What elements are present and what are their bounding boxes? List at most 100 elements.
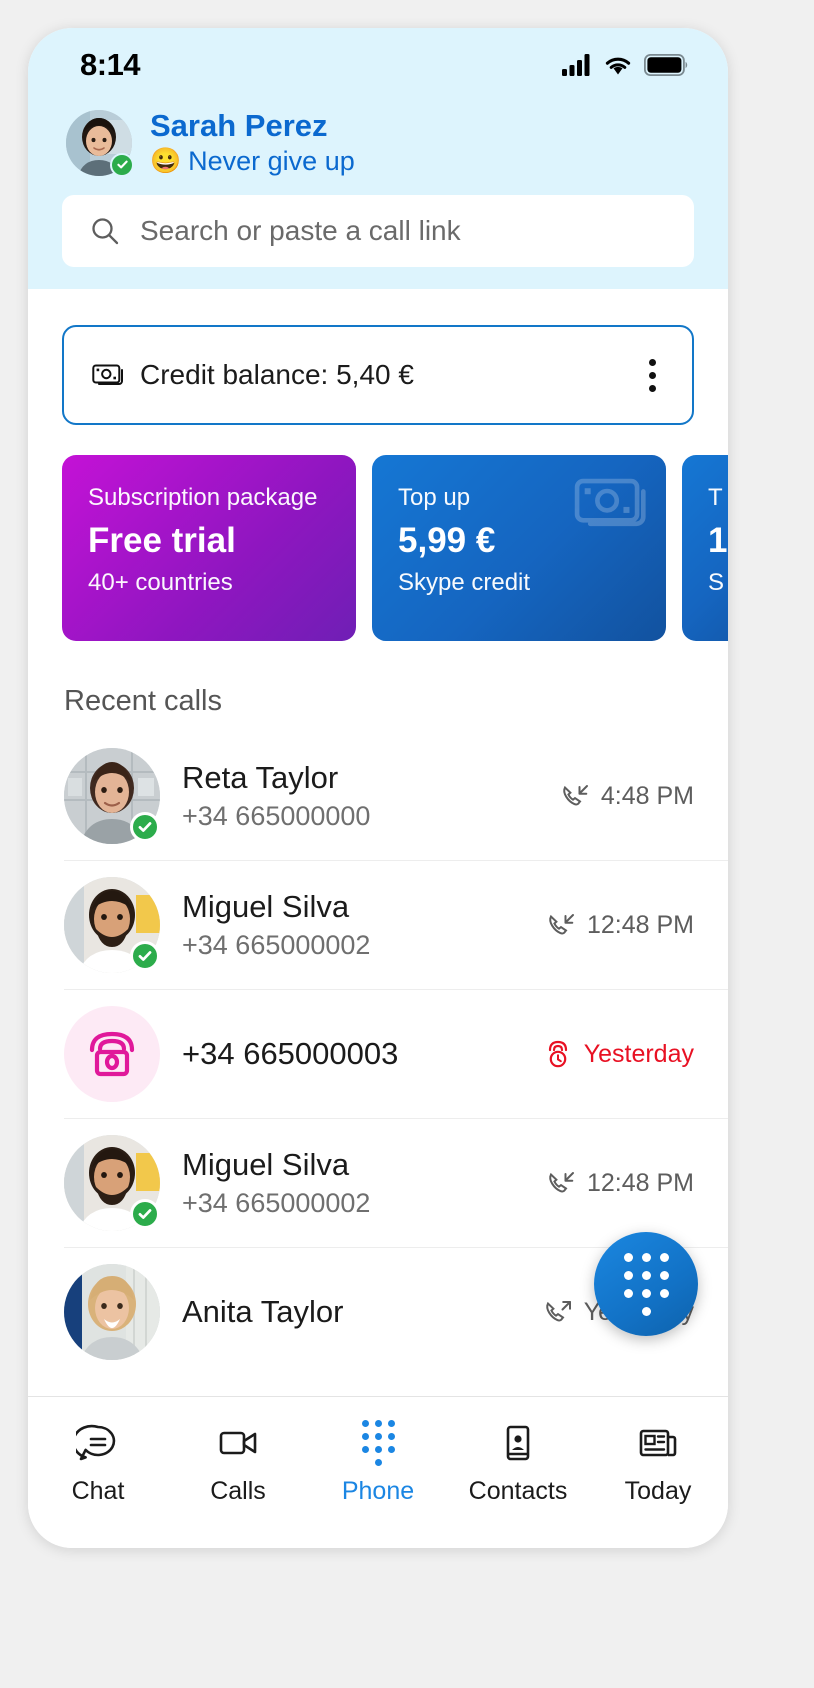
wifi-icon [605, 57, 631, 75]
avatar [64, 1006, 160, 1103]
presence-badge-online [130, 1199, 160, 1230]
bottom-navigation: Chat Calls Phone Contacts Today [28, 1396, 728, 1548]
promo-label: T [708, 484, 723, 512]
dialpad-fab-button[interactable] [594, 1232, 698, 1336]
nav-item-chat[interactable]: Chat [28, 1421, 168, 1506]
call-time: 12:48 PM [586, 910, 694, 939]
nav-label: Contacts [468, 1477, 568, 1505]
call-contact-name: Miguel Silva [182, 889, 350, 925]
call-outgoing-icon [545, 1301, 571, 1322]
video-camera-icon [219, 1431, 257, 1455]
call-missed-icon [548, 1040, 567, 1068]
chat-bubble-icon [76, 1424, 116, 1461]
search-bar[interactable]: Search or paste a call link [62, 195, 694, 268]
nav-item-calls[interactable]: Calls [168, 1421, 308, 1506]
call-avatar-wrap [64, 1006, 160, 1103]
call-phone-number: +34 665000000 [182, 801, 371, 832]
dialpad-icon [623, 1252, 669, 1316]
signal-bars-icon [562, 54, 590, 76]
check-icon [138, 822, 152, 832]
nav-item-today[interactable]: Today [588, 1421, 728, 1506]
call-time: Yesterday [583, 1039, 694, 1068]
promo-sub: 40+ countries [88, 569, 233, 597]
call-info: Miguel Silva +34 665000002 [182, 1146, 524, 1220]
call-time: 12:48 PM [586, 1168, 694, 1197]
presence-badge-online [110, 152, 134, 177]
promo-card-topup[interactable]: Top up 5,99 € Skype credit [372, 455, 666, 642]
call-incoming-icon [549, 1172, 574, 1193]
call-time: 4:48 PM [600, 781, 694, 810]
nav-label: Calls [210, 1477, 266, 1505]
call-meta: 12:48 PM [546, 910, 694, 940]
profile-mood: 😀 Never give up [150, 145, 355, 177]
avatar [64, 1264, 160, 1361]
call-info: Anita Taylor [182, 1293, 521, 1330]
call-meta: 12:48 PM [546, 1168, 694, 1198]
nav-item-contacts[interactable]: Contacts [448, 1421, 588, 1506]
call-avatar-wrap [64, 1264, 160, 1361]
call-phone-number: +34 665000002 [182, 930, 371, 961]
dialpad-icon [361, 1420, 395, 1466]
profile-avatar-wrap[interactable] [66, 109, 134, 177]
presence-badge-online [130, 812, 160, 843]
nav-label: Phone [341, 1477, 415, 1505]
table-row[interactable]: +34 665000003 Yesterday [28, 990, 728, 1118]
search-icon [92, 218, 119, 245]
promo-title: 1 [708, 521, 728, 561]
call-contact-name: Anita Taylor [182, 1294, 344, 1330]
table-row[interactable]: Miguel Silva +34 665000002 12:48 PM [28, 1119, 728, 1247]
contact-card-icon [506, 1425, 530, 1461]
nav-label: Today [624, 1477, 692, 1505]
credit-balance-label: Credit balance: 5,40 € [140, 359, 414, 391]
check-icon [138, 951, 152, 961]
promo-card-next[interactable]: T 1 S [682, 455, 728, 642]
status-bar: 8:14 [28, 28, 728, 102]
table-row[interactable]: Miguel Silva +34 665000002 12:48 PM [28, 861, 728, 989]
call-meta: 4:48 PM [560, 781, 694, 811]
call-avatar-wrap [64, 748, 160, 845]
call-contact-name: +34 665000003 [182, 1036, 399, 1072]
status-bar-clock: 8:14 [80, 47, 141, 82]
app-header: 8:14 Sarah Perez 😀 Never give up Search … [28, 28, 728, 290]
call-incoming-icon [549, 914, 574, 935]
profile-header[interactable]: Sarah Perez 😀 Never give up [28, 102, 728, 177]
newspaper-icon [639, 1429, 677, 1457]
recent-calls-title: Recent calls [64, 685, 222, 718]
call-meta: Yesterday [543, 1039, 694, 1069]
call-info: Reta Taylor +34 665000000 [182, 759, 538, 833]
check-icon [138, 1209, 152, 1219]
credit-balance-card[interactable]: Credit balance: 5,40 € [62, 325, 694, 426]
promo-carousel[interactable]: Subscription package Free trial 40+ coun… [28, 455, 728, 642]
credit-balance-left: Credit balance: 5,40 € [92, 359, 414, 391]
banknote-icon [92, 364, 123, 386]
presence-badge-online [130, 941, 160, 972]
call-avatar-wrap [64, 877, 160, 974]
promo-title: Free trial [88, 521, 236, 561]
check-icon [116, 160, 128, 169]
call-info: +34 665000003 [182, 1035, 521, 1072]
more-vertical-icon[interactable] [639, 355, 666, 396]
nav-label: Chat [71, 1477, 125, 1505]
phone-frame: 8:14 Sarah Perez 😀 Never give up Search … [28, 28, 728, 1548]
battery-full-icon [644, 54, 688, 76]
call-phone-number: +34 665000002 [182, 1188, 371, 1219]
call-incoming-icon [563, 785, 588, 806]
promo-label: Top up [398, 484, 471, 512]
mood-emoji: 😀 [150, 146, 182, 175]
promo-card-subscription[interactable]: Subscription package Free trial 40+ coun… [62, 455, 356, 642]
table-row[interactable]: Reta Taylor +34 665000000 4:48 PM [28, 732, 728, 860]
call-info: Miguel Silva +34 665000002 [182, 888, 524, 962]
call-avatar-wrap [64, 1135, 160, 1232]
promo-sub: Skype credit [398, 569, 531, 597]
profile-name: Sarah Perez [150, 108, 328, 143]
nav-item-phone[interactable]: Phone [308, 1420, 448, 1506]
status-bar-icons [562, 54, 688, 76]
profile-mood-text: Never give up [188, 145, 355, 176]
landline-phone-icon [89, 1031, 135, 1077]
search-input[interactable]: Search or paste a call link [140, 215, 461, 247]
call-contact-name: Miguel Silva [182, 1147, 350, 1183]
profile-text: Sarah Perez 😀 Never give up [150, 108, 355, 177]
call-contact-name: Reta Taylor [182, 760, 339, 796]
promo-label: Subscription package [88, 484, 318, 512]
promo-sub: S [708, 569, 725, 597]
